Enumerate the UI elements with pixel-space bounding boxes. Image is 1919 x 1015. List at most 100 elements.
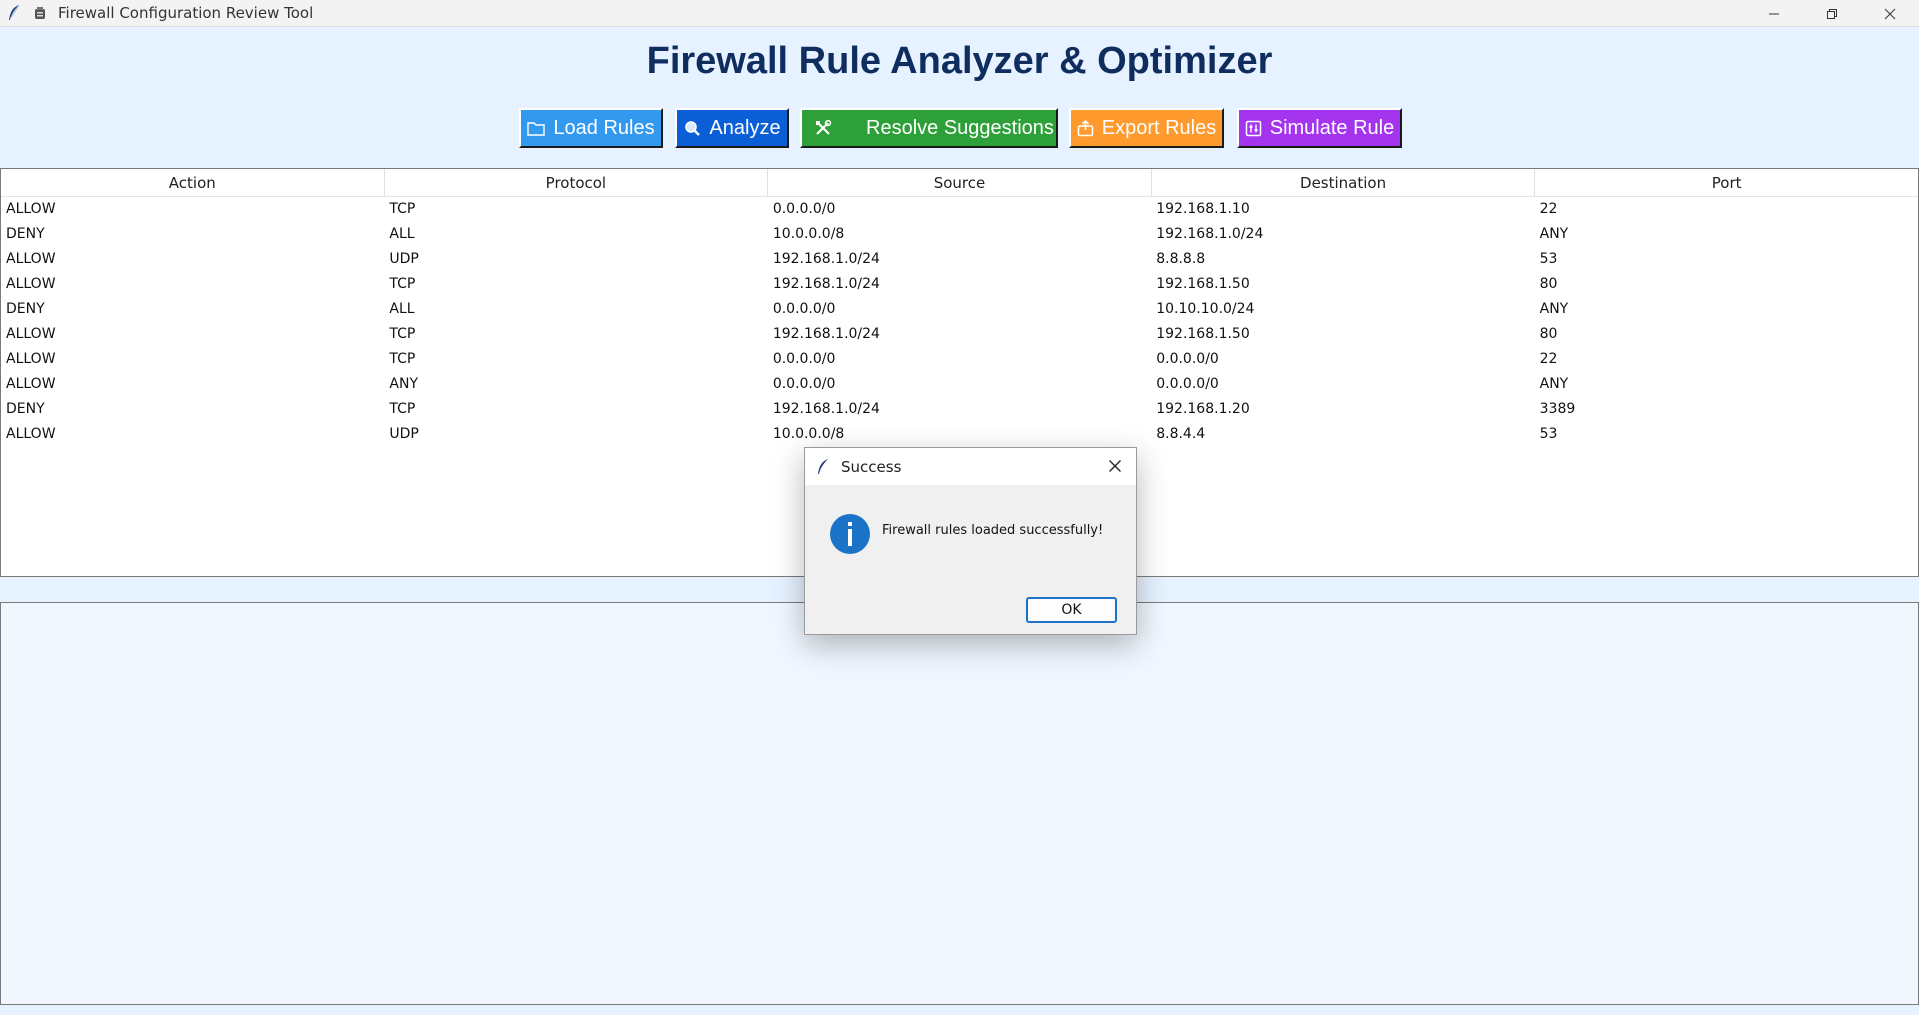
dialog-message: Firewall rules loaded successfully! bbox=[882, 523, 1104, 538]
table-cell-destination: 192.168.1.0/24 bbox=[1156, 226, 1264, 242]
table-cell-source: 0.0.0.0/0 bbox=[772, 351, 836, 367]
table-cell-protocol: UDP bbox=[389, 426, 419, 442]
dialog-footer: OK bbox=[805, 583, 1136, 634]
table-cell-source: 10.0.0.0/8 bbox=[772, 426, 845, 442]
table-row[interactable]: DENY TCP 192.168.1.0/24 192.168.1.20 3389 bbox=[1, 397, 1918, 422]
table-cell-port: 80 bbox=[1539, 326, 1558, 342]
resolve-suggestions-label: Resolve Suggestions bbox=[866, 116, 1054, 139]
table-cell-port: ANY bbox=[1539, 301, 1569, 317]
export-rules-label: Export Rules bbox=[1101, 116, 1217, 139]
simulate-icon bbox=[1245, 120, 1262, 137]
minimize-icon[interactable] bbox=[1745, 0, 1803, 27]
table-cell-protocol: TCP bbox=[389, 401, 416, 417]
table-cell-destination: 10.10.10.0/24 bbox=[1156, 301, 1255, 317]
table-cell-action: ALLOW bbox=[6, 276, 56, 292]
table-cell-source: 0.0.0.0/0 bbox=[772, 301, 836, 317]
table-cell-port: ANY bbox=[1539, 376, 1569, 392]
column-header-protocol[interactable]: Protocol bbox=[385, 169, 769, 196]
table-row[interactable]: ALLOW TCP 192.168.1.0/24 192.168.1.50 80 bbox=[1, 272, 1918, 297]
table-row[interactable]: ALLOW TCP 0.0.0.0/0 192.168.1.10 22 bbox=[1, 197, 1918, 222]
analysis-output-area[interactable] bbox=[0, 602, 1919, 1005]
table-cell-destination: 0.0.0.0/0 bbox=[1156, 376, 1219, 392]
dialog-close-icon[interactable] bbox=[1102, 453, 1128, 479]
table-cell-port: 3389 bbox=[1539, 401, 1576, 417]
table-cell-source: 0.0.0.0/0 bbox=[772, 201, 836, 217]
table-cell-protocol: TCP bbox=[389, 276, 416, 292]
feather-icon bbox=[817, 458, 833, 475]
table-header: Action Protocol Source Destination Port bbox=[1, 169, 1918, 197]
toolbar: Load Rules Analyze Resolve Suggestions E… bbox=[0, 108, 1919, 148]
table-cell-source: 0.0.0.0/0 bbox=[772, 376, 836, 392]
bottom-strip bbox=[0, 1005, 1919, 1015]
table-cell-action: ALLOW bbox=[6, 326, 56, 342]
dialog-titlebar: Success bbox=[805, 448, 1136, 485]
table-cell-destination: 8.8.4.4 bbox=[1156, 426, 1206, 442]
table-cell-action: DENY bbox=[6, 226, 45, 242]
table-cell-protocol: ANY bbox=[389, 376, 419, 392]
page-title: Firewall Rule Analyzer & Optimizer bbox=[646, 40, 1273, 82]
table-cell-destination: 8.8.8.8 bbox=[1156, 251, 1206, 267]
table-row[interactable]: DENY ALL 10.0.0.0/8 192.168.1.0/24 ANY bbox=[1, 222, 1918, 247]
table-cell-protocol: TCP bbox=[389, 351, 416, 367]
table-cell-action: DENY bbox=[6, 401, 45, 417]
restore-icon[interactable] bbox=[1803, 0, 1861, 27]
column-header-port[interactable]: Port bbox=[1535, 169, 1918, 196]
resolve-suggestions-button[interactable]: Resolve Suggestions bbox=[800, 108, 1058, 148]
simulate-rule-button[interactable]: Simulate Rule bbox=[1237, 108, 1402, 148]
table-cell-source: 192.168.1.0/24 bbox=[772, 251, 880, 267]
feather-icon bbox=[4, 3, 24, 23]
table-row[interactable]: ALLOW UDP 192.168.1.0/24 8.8.8.8 53 bbox=[1, 247, 1918, 272]
table-cell-destination: 192.168.1.50 bbox=[1156, 276, 1250, 292]
ok-button[interactable]: OK bbox=[1026, 597, 1117, 623]
export-rules-button[interactable]: Export Rules bbox=[1069, 108, 1224, 148]
table-row[interactable]: ALLOW UDP 10.0.0.0/8 8.8.4.4 53 bbox=[1, 422, 1918, 447]
table-cell-action: ALLOW bbox=[6, 201, 56, 217]
analyze-label: Analyze bbox=[709, 116, 781, 139]
export-icon bbox=[1077, 119, 1094, 137]
table-cell-action: DENY bbox=[6, 301, 45, 317]
table-cell-destination: 0.0.0.0/0 bbox=[1156, 351, 1219, 367]
analyze-button[interactable]: Analyze bbox=[675, 108, 789, 148]
table-row[interactable]: ALLOW TCP 0.0.0.0/0 0.0.0.0/0 22 bbox=[1, 347, 1918, 372]
column-header-destination[interactable]: Destination bbox=[1152, 169, 1536, 196]
table-cell-port: 53 bbox=[1539, 251, 1558, 267]
close-icon[interactable] bbox=[1861, 0, 1919, 27]
table-cell-source: 10.0.0.0/8 bbox=[772, 226, 845, 242]
table-cell-port: ANY bbox=[1539, 226, 1569, 242]
table-cell-protocol: TCP bbox=[389, 201, 416, 217]
window-titlebar: Firewall Configuration Review Tool bbox=[0, 0, 1919, 27]
table-cell-destination: 192.168.1.20 bbox=[1156, 401, 1250, 417]
table-cell-protocol: UDP bbox=[389, 251, 419, 267]
table-cell-port: 22 bbox=[1539, 201, 1558, 217]
table-cell-protocol: TCP bbox=[389, 326, 416, 342]
window-title: Firewall Configuration Review Tool bbox=[58, 4, 314, 22]
info-icon bbox=[830, 514, 870, 554]
table-cell-source: 192.168.1.0/24 bbox=[772, 276, 880, 292]
table-cell-protocol: ALL bbox=[389, 226, 415, 242]
folder-icon bbox=[527, 121, 546, 136]
dialog-body: Firewall rules loaded successfully! bbox=[805, 485, 1136, 583]
app-logo-icon bbox=[32, 5, 48, 21]
magnifier-icon bbox=[683, 119, 701, 137]
table-cell-source: 192.168.1.0/24 bbox=[772, 401, 880, 417]
table-cell-action: ALLOW bbox=[6, 426, 56, 442]
table-row[interactable]: ALLOW TCP 192.168.1.0/24 192.168.1.50 80 bbox=[1, 322, 1918, 347]
column-header-action[interactable]: Action bbox=[1, 169, 385, 196]
table-cell-action: ALLOW bbox=[6, 376, 56, 392]
table-cell-destination: 192.168.1.10 bbox=[1156, 201, 1250, 217]
simulate-rule-label: Simulate Rule bbox=[1269, 116, 1395, 139]
dialog-title: Success bbox=[841, 457, 902, 476]
load-rules-button[interactable]: Load Rules bbox=[519, 108, 663, 148]
table-cell-action: ALLOW bbox=[6, 351, 56, 367]
table-cell-port: 22 bbox=[1539, 351, 1558, 367]
table-cell-destination: 192.168.1.50 bbox=[1156, 326, 1250, 342]
table-cell-action: ALLOW bbox=[6, 251, 56, 267]
load-rules-label: Load Rules bbox=[553, 116, 655, 139]
table-row[interactable]: ALLOW ANY 0.0.0.0/0 0.0.0.0/0 ANY bbox=[1, 372, 1918, 397]
table-row[interactable]: DENY ALL 0.0.0.0/0 10.10.10.0/24 ANY bbox=[1, 297, 1918, 322]
success-dialog: Success Firewall rules loaded successful… bbox=[804, 447, 1137, 635]
tools-icon bbox=[814, 119, 832, 137]
table-cell-source: 192.168.1.0/24 bbox=[772, 326, 880, 342]
column-header-source[interactable]: Source bbox=[768, 169, 1152, 196]
table-cell-port: 80 bbox=[1539, 276, 1558, 292]
